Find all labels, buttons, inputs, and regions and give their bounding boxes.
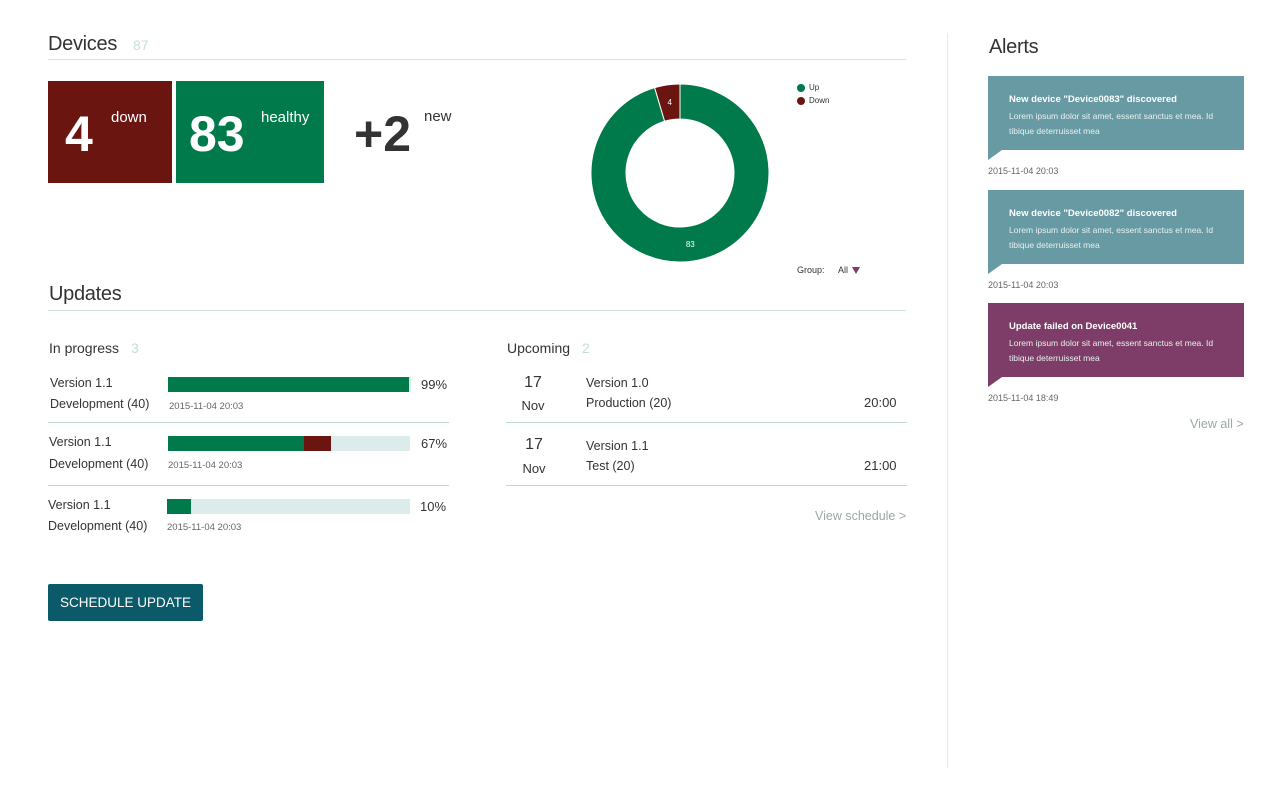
upcoming-target: Test (20) bbox=[586, 459, 635, 473]
upcoming-version: Version 1.1 bbox=[586, 439, 649, 453]
new-count: +2 bbox=[354, 106, 412, 162]
upcoming-title: Upcoming bbox=[507, 340, 571, 356]
alert-body: Lorem ipsum dolor sit amet, essent sanct… bbox=[1009, 111, 1214, 136]
view-schedule-link[interactable]: View schedule > bbox=[815, 509, 906, 523]
alert-tail bbox=[988, 264, 1002, 274]
update-version: Version 1.1 bbox=[49, 435, 112, 449]
donut-label-down: 4 bbox=[667, 98, 672, 107]
alerts-header: Alerts bbox=[989, 36, 1039, 59]
alerts-title: Alerts bbox=[989, 36, 1039, 58]
upcoming-time: 21:00 bbox=[864, 458, 897, 473]
alert-tail bbox=[988, 377, 1002, 387]
alert-title: Update failed on Device0041 bbox=[1009, 321, 1138, 332]
devices-count: 87 bbox=[133, 37, 149, 53]
legend-up-label: Up bbox=[809, 83, 820, 92]
schedule-update-button[interactable]: SCHEDULE UPDATE bbox=[48, 584, 203, 621]
update-target: Development (40) bbox=[50, 397, 150, 411]
legend-item-up: Up bbox=[797, 83, 819, 92]
update-percent: 67% bbox=[421, 436, 448, 451]
updates-header: Updates bbox=[49, 283, 122, 306]
alert-tail bbox=[988, 150, 1002, 160]
group-filter-dropdown[interactable]: All bbox=[836, 263, 866, 277]
devices-header: Devices 87 bbox=[48, 33, 149, 56]
down-label: down bbox=[111, 109, 147, 126]
progress-failed-segment bbox=[304, 436, 331, 451]
updates-divider bbox=[48, 310, 906, 311]
update-percent: 10% bbox=[420, 499, 447, 514]
alert-card: New device "Device0083" discovered Lorem… bbox=[988, 76, 1244, 150]
donut-label-up: 83 bbox=[686, 240, 695, 249]
alert-time: 2015-11-04 20:03 bbox=[988, 166, 1059, 176]
view-all-alerts-link[interactable]: View all > bbox=[1190, 417, 1244, 431]
down-tile[interactable]: 4 down bbox=[48, 81, 172, 183]
alert-title: New device "Device0083" discovered bbox=[1009, 94, 1177, 105]
in-progress-header: In progress 3 bbox=[49, 340, 139, 356]
upcoming-month: Nov bbox=[522, 461, 546, 476]
progress-fill bbox=[167, 499, 191, 514]
healthy-label: healthy bbox=[261, 109, 310, 126]
legend-item-down: Down bbox=[797, 96, 829, 105]
row-divider bbox=[48, 422, 449, 423]
update-date: 2015-11-04 20:03 bbox=[168, 460, 243, 471]
row-divider bbox=[48, 485, 449, 486]
alert-title: New device "Device0082" discovered bbox=[1009, 208, 1177, 219]
upcoming-day: 17 bbox=[525, 436, 543, 453]
in-progress-count: 3 bbox=[131, 340, 139, 356]
updates-title: Updates bbox=[49, 283, 122, 305]
legend-up-swatch bbox=[797, 83, 805, 92]
update-version: Version 1.1 bbox=[48, 498, 111, 512]
alert-card: New device "Device0082" discovered Lorem… bbox=[988, 190, 1244, 264]
update-target: Development (40) bbox=[49, 457, 149, 471]
down-count: 4 bbox=[65, 106, 93, 162]
row-divider bbox=[506, 485, 907, 486]
update-percent: 99% bbox=[421, 377, 448, 392]
healthy-tile[interactable]: 83 healthy bbox=[176, 81, 324, 183]
alert-body: Lorem ipsum dolor sit amet, essent sanct… bbox=[1009, 338, 1214, 363]
update-version: Version 1.1 bbox=[50, 376, 113, 390]
update-target: Development (40) bbox=[48, 519, 148, 533]
upcoming-month: Nov bbox=[521, 398, 545, 413]
in-progress-title: In progress bbox=[49, 340, 120, 356]
upcoming-count: 2 bbox=[582, 340, 590, 356]
upcoming-day: 17 bbox=[524, 374, 542, 391]
devices-divider bbox=[48, 59, 906, 60]
progress-track bbox=[167, 499, 410, 514]
row-divider bbox=[506, 422, 907, 423]
caret-down-icon bbox=[852, 267, 860, 274]
alert-time: 2015-11-04 20:03 bbox=[988, 280, 1059, 290]
new-label: new bbox=[424, 108, 452, 125]
legend-down-label: Down bbox=[809, 96, 830, 105]
upcoming-time: 20:00 bbox=[864, 395, 897, 410]
device-status-donut-chart: 83 4 bbox=[590, 83, 770, 263]
healthy-count: 83 bbox=[189, 106, 245, 162]
update-date: 2015-11-04 20:03 bbox=[169, 401, 244, 412]
devices-title: Devices bbox=[48, 33, 118, 55]
group-filter-value: All bbox=[838, 265, 849, 275]
group-filter-label: Group: bbox=[797, 265, 825, 275]
upcoming-version: Version 1.0 bbox=[586, 376, 649, 390]
alert-card: Update failed on Device0041 Lorem ipsum … bbox=[988, 303, 1244, 377]
upcoming-header: Upcoming 2 bbox=[507, 340, 590, 356]
column-divider bbox=[947, 33, 948, 768]
legend-down-swatch bbox=[797, 96, 805, 105]
alert-body: Lorem ipsum dolor sit amet, essent sanct… bbox=[1009, 225, 1214, 250]
upcoming-target: Production (20) bbox=[586, 396, 672, 410]
progress-fill bbox=[168, 377, 409, 392]
alert-time: 2015-11-04 18:49 bbox=[988, 393, 1059, 403]
update-date: 2015-11-04 20:03 bbox=[167, 522, 242, 533]
progress-fill bbox=[168, 436, 304, 451]
